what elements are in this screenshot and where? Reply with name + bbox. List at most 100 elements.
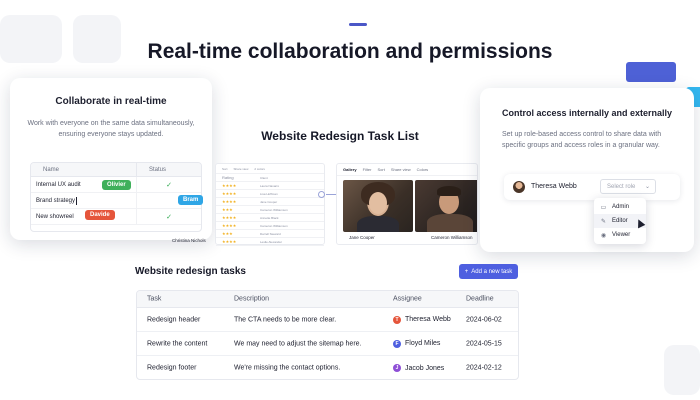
table-row[interactable]: New showreel ✓ [31, 209, 201, 225]
collaboration-card-description: Work with everyone on the same data simu… [27, 120, 195, 138]
assignee-avatar: J [393, 364, 401, 372]
task-deadline: 2024-02-12 [466, 364, 502, 372]
gallery-colors[interactable]: Colors [417, 167, 429, 172]
column-header-task: Task [147, 295, 162, 303]
client-name: Cameron Williamson [260, 223, 288, 228]
gallery-toolbar: Gallery Filter Sort Share view Colors [337, 164, 477, 176]
rating-stars: ★★★★ [222, 183, 237, 188]
task-description: We're missing the contact options. [234, 364, 341, 372]
role-select-placeholder: Select role [607, 184, 636, 190]
task-name: Redesign header [147, 316, 201, 323]
admin-icon: ▭ [600, 204, 607, 211]
gallery-photo[interactable] [415, 180, 477, 232]
text-caret [76, 196, 78, 205]
task-deadline: 2024-05-15 [466, 340, 502, 347]
collaboration-card: Collaborate in real-time Work with every… [10, 78, 212, 240]
assignee-name: Theresa Webb [405, 316, 451, 323]
task-deadline: 2024-06-02 [466, 316, 502, 323]
role-option-admin[interactable]: ▭ Admin [594, 200, 646, 214]
row-name: Brand strategy [36, 197, 76, 204]
assignee-name: Jacob Jones [405, 364, 445, 372]
sheet-sort[interactable]: Sort [222, 167, 228, 171]
sheet-row: ★★★ Cameron Williamson [216, 206, 324, 214]
rating-stars: ★★★★ [222, 191, 237, 196]
rating-stars: ★★★ [222, 207, 233, 212]
sheet-row: ★★★★ Laura Navarro [216, 182, 324, 190]
table-row[interactable]: Brand strategy [31, 193, 201, 209]
role-select[interactable]: Select role ⌄ [600, 179, 656, 194]
collaborator-tag-olivier: Olivier [102, 180, 131, 190]
sheet-footer-name: Christina Nichols [172, 238, 206, 243]
tasks-section-title: Website redesign tasks [135, 266, 246, 277]
plus-icon: + [464, 268, 469, 275]
client-name: Darrell Steward [260, 231, 281, 236]
table-row[interactable]: Redesign footer We're missing the contac… [137, 356, 518, 379]
add-task-label: Add a new task [471, 268, 513, 275]
row-name: Internal UX audit [36, 181, 81, 188]
task-description: The CTA needs to be more clear. [234, 316, 337, 323]
sheet-row: ★★★★ Leslie Alexander [216, 238, 324, 246]
role-option-label: Viewer [612, 232, 631, 238]
collaboration-table-header: Name Status [31, 163, 201, 177]
sheet-row: ★★★ Darrell Steward [216, 230, 324, 238]
check-icon: ✓ [166, 181, 172, 189]
sheet-row: ★★★★ Jane Cooper [216, 198, 324, 206]
column-header-name: Name [43, 166, 60, 173]
collaboration-table: Name Status Internal UX audit ✓ Brand st… [30, 162, 202, 232]
column-header-description: Description [234, 295, 270, 303]
client-name: Cameron Williamson [260, 207, 288, 212]
gallery-filter[interactable]: Filter [363, 167, 372, 172]
client-name: Leslie Alexander [260, 239, 283, 244]
connector-line [326, 194, 336, 195]
page-headline: Real-time collaboration and permissions [147, 40, 553, 63]
gallery-sort[interactable]: Sort [377, 167, 384, 172]
user-name: Theresa Webb [531, 183, 577, 190]
role-option-label: Admin [612, 204, 630, 210]
sheet-row: ★★★★ Lisa Hoffman [216, 190, 324, 198]
collaborator-tag-bram: Bram [178, 195, 204, 205]
column-header-assignee: Assignee [393, 295, 422, 303]
gallery-photo[interactable] [343, 180, 413, 232]
sheet-row: ★★★★ Annette Black [216, 214, 324, 222]
access-control-card: Control access internally and externally… [480, 88, 694, 252]
eye-icon: ◉ [600, 232, 607, 239]
assignee-avatar: F [393, 339, 401, 348]
access-card-title: Control access internally and externally [501, 108, 673, 118]
task-name: Redesign footer [147, 364, 197, 372]
rating-stars: ★★★ [222, 231, 233, 236]
gallery-card-name: Jane Cooper [349, 235, 375, 240]
gallery-share-view[interactable]: Share view [391, 167, 411, 172]
avatar [513, 181, 525, 193]
table-row[interactable]: Rewrite the content We may need to adjus… [137, 332, 518, 356]
sheet-share-view[interactable]: Share view [234, 167, 249, 171]
rating-stars: ★★★★ [222, 223, 237, 228]
sheet-toolbar: Sort Share view 2 colors [216, 164, 324, 174]
client-name: Annette Black [260, 215, 279, 220]
column-header-client: Client [260, 175, 268, 180]
access-card-description: Set up role-based access control to shar… [502, 131, 662, 149]
column-header-deadline: Deadline [466, 295, 494, 303]
user-permission-row: Theresa Webb Select role ⌄ [504, 174, 680, 200]
column-header-rating: Rating [222, 175, 234, 180]
collaboration-card-title: Collaborate in real-time [55, 96, 167, 107]
task-list-title: Website Redesign Task List [261, 129, 419, 143]
sheet-colors[interactable]: 2 colors [254, 167, 265, 171]
column-header-status: Status [149, 166, 167, 173]
assignee-avatar: T [393, 315, 401, 324]
sheet-header: Rating Client [216, 174, 324, 182]
rating-stars: ★★★★ [222, 215, 237, 220]
gallery-view-label[interactable]: Gallery [343, 167, 357, 172]
assignee-name: Floyd Miles [405, 340, 441, 347]
rating-stars: ★★★★ [222, 199, 237, 204]
tasks-table: Task Description Assignee Deadline Redes… [136, 290, 519, 380]
task-assignee: F Floyd Miles [393, 339, 441, 348]
sheet-row: ★★★★ Cameron Williamson [216, 222, 324, 230]
role-option-viewer[interactable]: ◉ Viewer [594, 228, 646, 242]
client-name: Jane Cooper [260, 199, 278, 204]
decorative-block [626, 62, 676, 82]
task-assignee: J Jacob Jones [393, 364, 444, 372]
rating-stars: ★★★★ [222, 239, 237, 244]
table-row[interactable]: Redesign header The CTA needs to be more… [137, 308, 518, 332]
add-task-button[interactable]: + Add a new task [459, 264, 518, 279]
connector-dot [318, 191, 325, 198]
